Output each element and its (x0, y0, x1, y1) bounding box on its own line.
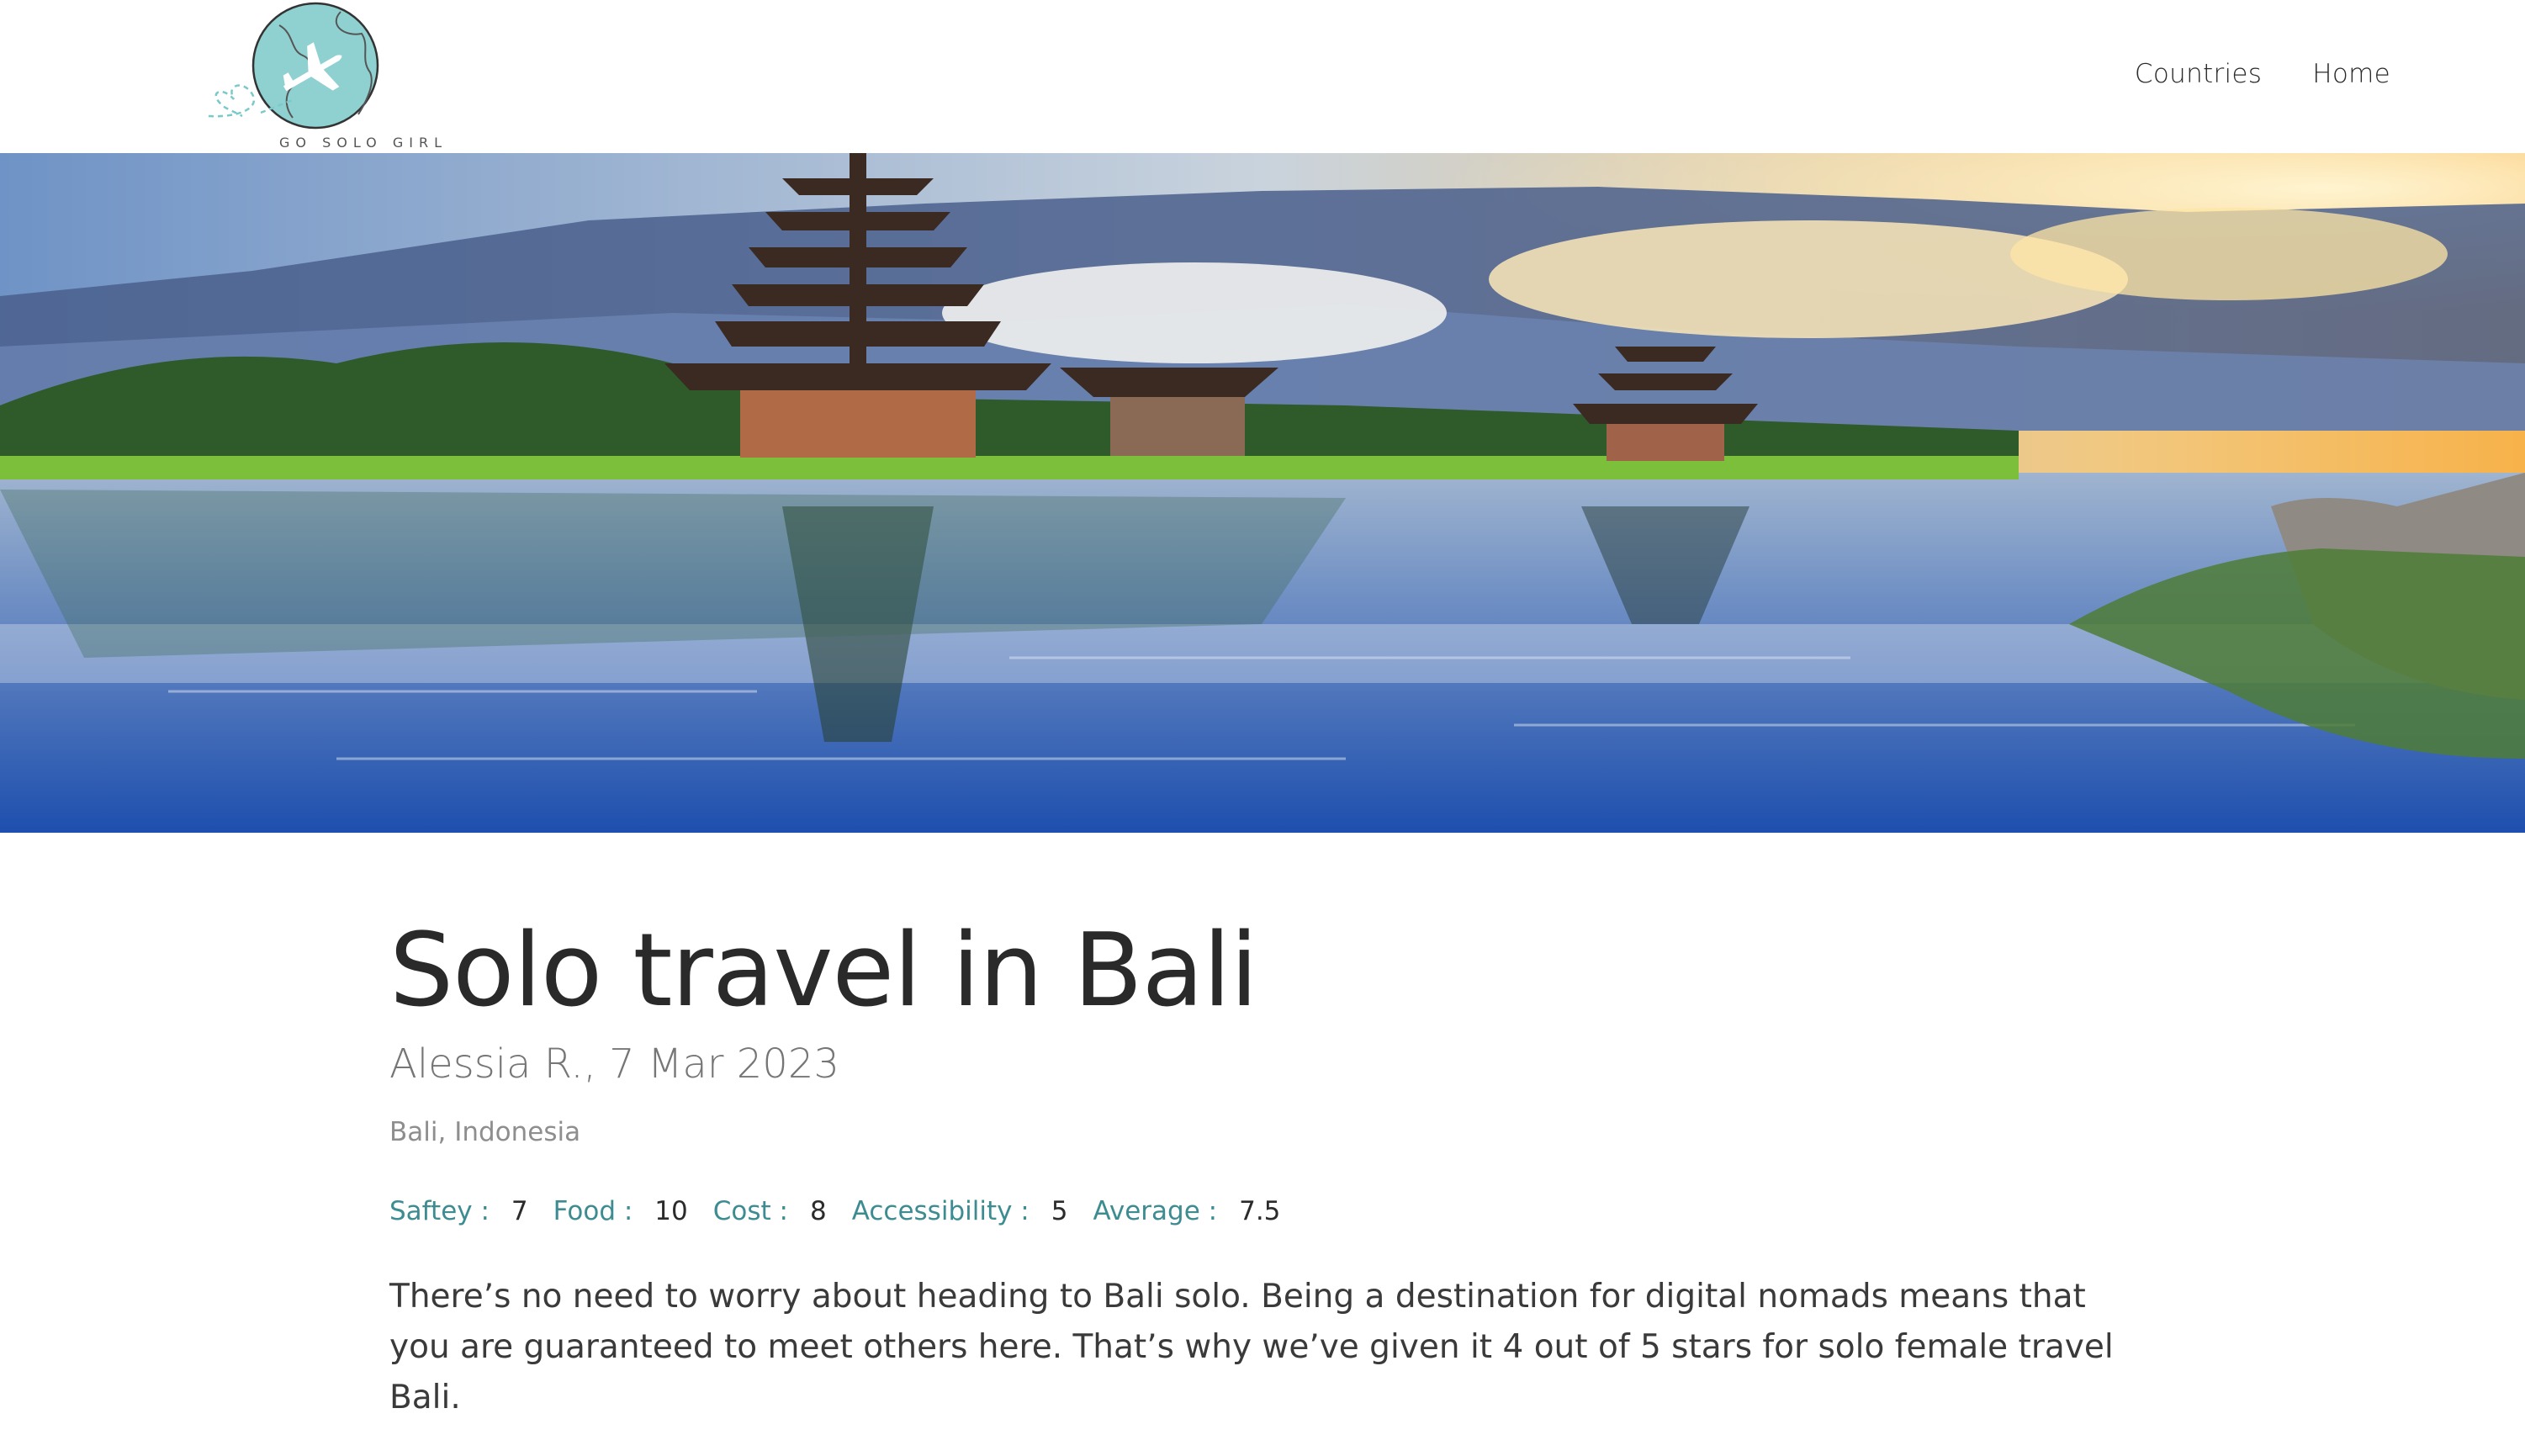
rating-label-food: Food : (553, 1196, 633, 1226)
rating-label-accessibility: Accessibility : (851, 1196, 1030, 1226)
page-title: Solo travel in Bali (389, 913, 1258, 1030)
article-byline: Alessia R., 7 Mar 2023 (389, 1040, 839, 1088)
hero-image (0, 153, 2525, 833)
rating-value-safety: 7 (511, 1196, 528, 1226)
rating-value-average: 7.5 (1239, 1196, 1281, 1226)
site-logo[interactable]: GO SOLO GIRL (202, 0, 447, 153)
article-location: Bali, Indonesia (389, 1117, 581, 1147)
article-body: There’s no need to worry about heading t… (389, 1278, 2114, 1416)
lake-temple-photo (0, 153, 2525, 833)
nav-home-link[interactable]: Home (2312, 59, 2390, 89)
globe-plane-icon (208, 2, 379, 130)
rating-label-average: Average : (1093, 1196, 1218, 1226)
rating-value-food: 10 (654, 1196, 688, 1226)
logo-text: GO SOLO GIRL (279, 135, 447, 151)
ratings-row: Saftey : 7 Food : 10 Cost : 8 Accessibil… (389, 1193, 2156, 1230)
rating-value-cost: 8 (809, 1196, 827, 1226)
rating-value-accessibility: 5 (1051, 1196, 1068, 1226)
article: Solo travel in Bali Alessia R., 7 Mar 20… (389, 908, 2156, 1456)
nav-countries-link[interactable]: Countries (2135, 59, 2262, 89)
main-nav: Countries Home (2135, 52, 2390, 96)
rating-label-cost: Cost : (712, 1196, 788, 1226)
site-header: GO SOLO GIRL Countries Home (0, 0, 2525, 153)
rating-label-safety: Saftey : (389, 1196, 490, 1226)
